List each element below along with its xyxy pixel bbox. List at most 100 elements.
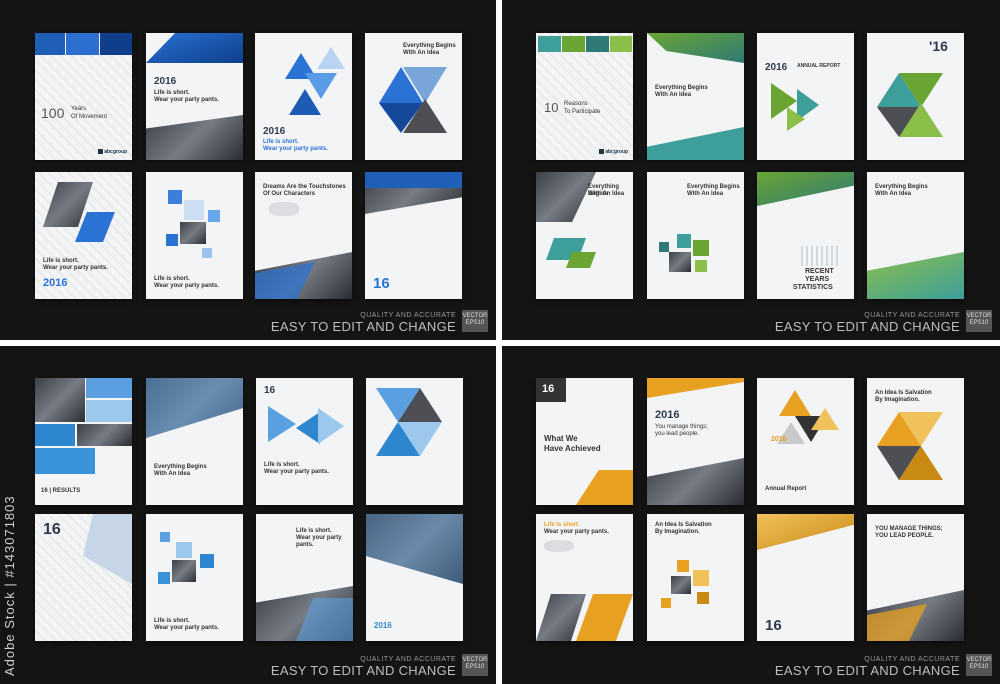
square [202, 248, 212, 258]
footer-caption: QUALITY AND ACCURATE EASY TO EDIT AND CH… [271, 656, 456, 678]
triangle [787, 107, 805, 131]
vector-badge: VECTOR EPS10 [966, 310, 992, 332]
blue-overlay [146, 378, 243, 438]
triangle [899, 446, 943, 480]
photo-square [180, 222, 206, 244]
cover-line: By Imagination. [875, 397, 920, 403]
cover-line: Wear your party pants. [43, 265, 108, 271]
triangle [403, 99, 447, 133]
photo-shape [536, 172, 596, 222]
vector-badge: VECTOR EPS10 [462, 654, 488, 676]
orange-band [647, 378, 744, 398]
footer-tagline: QUALITY AND ACCURATE [360, 656, 456, 663]
footer-tagline: QUALITY AND ACCURATE [864, 656, 960, 663]
cover-line: With An Idea [588, 191, 625, 197]
square [166, 234, 178, 246]
cover-line: Wear your party pants. [263, 146, 328, 152]
photo-square [172, 560, 196, 582]
cover-line: With An Idea [154, 471, 191, 477]
cover-line: With An Idea [875, 191, 912, 197]
vector-badge: VECTOR EPS10 [966, 654, 992, 676]
logo: abcgroup [98, 149, 127, 155]
brochure-cover: Everything Begins With An Idea [867, 172, 964, 299]
cover-line: Of Our Characters [263, 191, 316, 197]
cover-year: 16 [542, 383, 555, 395]
cover-line: Wear your party pants. [296, 535, 342, 549]
cover-line: With An Idea [655, 92, 692, 98]
brochure-cover: 16 [365, 172, 462, 299]
cover-line: Years [71, 106, 87, 112]
color-block [35, 448, 95, 474]
color-block [100, 33, 132, 55]
cover-line: By Imagination. [655, 529, 700, 535]
cover-line: you lead people. [655, 431, 700, 437]
brochure-cover: 2016 [366, 514, 463, 641]
square [160, 532, 170, 542]
logo: abcgroup [599, 149, 628, 155]
color-block [86, 378, 132, 398]
footer-tagline: QUALITY AND ACCURATE [864, 312, 960, 319]
orange-band [757, 514, 854, 550]
brochure-cover: Life is short. Wear your party pants. [146, 172, 243, 299]
brochure-cover: 2016 Life is short. Wear your party pant… [255, 33, 352, 160]
cover-line: What We [544, 434, 578, 443]
triangle [403, 67, 447, 103]
triangle [289, 89, 321, 115]
brochure-set-blue-2: 16 | RESULTS Everything Begins With An I… [0, 346, 496, 684]
footer-headline: EASY TO EDIT AND CHANGE [270, 663, 456, 678]
cover-year: 16 [264, 385, 276, 396]
photo-block [35, 378, 85, 422]
square [693, 570, 709, 586]
square [659, 242, 669, 252]
brochure-cover: 16 What We Have Achieved [536, 378, 633, 505]
brochure-cover: Everything Begins With An Idea [536, 172, 633, 299]
teal-band [647, 127, 744, 160]
cover-year: 2016 [43, 277, 68, 289]
cover-label: Annual Report [765, 486, 807, 492]
footer-headline: EASY TO EDIT AND CHANGE [774, 319, 960, 334]
brochure-cover: An Idea Is Salvation By Imagination. [647, 514, 744, 641]
green-band [757, 172, 854, 206]
world-map [269, 202, 299, 216]
cover-year: 16 [373, 275, 390, 292]
brochure-cover: Everything Begins With An Idea [365, 33, 462, 160]
triangle [779, 390, 811, 416]
footer-caption: QUALITY AND ACCURATE EASY TO EDIT AND CH… [775, 656, 960, 678]
triangle [318, 408, 344, 444]
brochure-cover [366, 378, 463, 505]
color-block [610, 36, 632, 52]
brochure-cover: 2016 ANNUAL REPORT [757, 33, 854, 160]
triangle [268, 406, 296, 442]
photo-block [77, 424, 132, 446]
cover-number: 100 [41, 105, 65, 121]
cover-line: Wear your party pants. [544, 529, 609, 535]
cover-line: YOU LEAD PEOPLE. [875, 533, 934, 539]
triangle [811, 408, 839, 430]
square [677, 234, 691, 248]
photo-square [671, 576, 691, 594]
brochure-cover: An Idea Is Salvation By Imagination. [867, 378, 964, 505]
cover-label: ANNUAL REPORT [797, 63, 841, 69]
cover-year: 2016 [154, 76, 177, 87]
cover-line: Wear your party pants. [264, 469, 329, 475]
footer-headline: EASY TO EDIT AND CHANGE [774, 663, 960, 678]
cover-year: 2016 [374, 621, 392, 630]
cover-year: 2016 [263, 126, 286, 137]
brochure-set-orange: 16 What We Have Achieved 2016 You manage… [502, 346, 1000, 684]
square [693, 240, 709, 256]
photo-band [146, 115, 243, 160]
triangle [899, 103, 943, 137]
brochure-cover: YOU MANAGE THINGS; YOU LEAD PEOPLE. [867, 514, 964, 641]
square [661, 598, 671, 608]
footer-headline: EASY TO EDIT AND CHANGE [270, 319, 456, 334]
blue-band [146, 33, 243, 63]
cover-line: Wear your party pants. [154, 283, 219, 289]
brochure-cover: 16 [35, 514, 132, 641]
color-block [35, 33, 65, 55]
brochure-cover: 2016 Life is short. Wear your party pant… [146, 33, 243, 160]
brochure-cover: Life is short. Wear your party pants. [536, 514, 633, 641]
triangle [296, 412, 320, 444]
square [695, 260, 707, 272]
color-block [562, 36, 585, 52]
orange-shape [576, 470, 633, 505]
